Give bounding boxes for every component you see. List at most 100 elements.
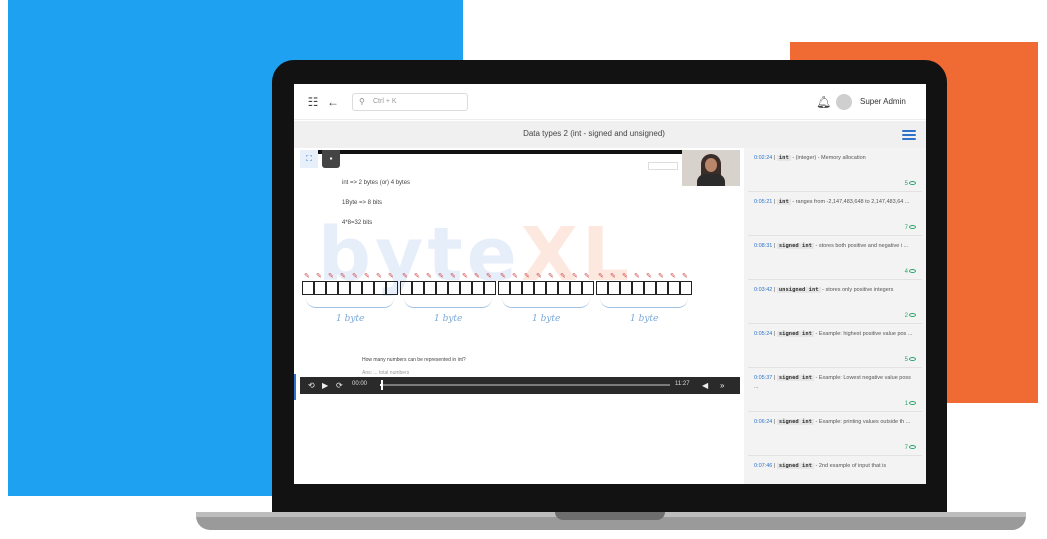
bit-cell [522, 281, 534, 295]
bookmark-item[interactable]: 0:05:21 | int - ranges from -2,147,483,6… [748, 194, 922, 236]
bit-mark: ✎ [584, 273, 590, 280]
search-placeholder: Ctrl + K [373, 98, 397, 105]
byte-label: 1 byte [532, 314, 561, 324]
bookmark-text: 0:05:21 | int - ranges from -2,147,483,6… [754, 199, 910, 205]
eye-icon [909, 181, 916, 186]
user-name[interactable]: Super Admin [860, 97, 906, 106]
eye-icon [909, 225, 916, 230]
chat-icon[interactable]: ▪ [322, 150, 340, 168]
view-count: 7 [905, 225, 916, 231]
bookmark-description: - Example: highest positive value pos ..… [813, 331, 913, 337]
byte-brace [502, 298, 590, 308]
bit-cell [582, 281, 594, 295]
bookmark-description: - ranges from -2,147,483,648 to 2,147,48… [790, 199, 910, 205]
bit-cell [448, 281, 460, 295]
rewind-icon[interactable]: ⟲ [308, 380, 315, 391]
avatar[interactable] [836, 94, 852, 110]
slide-line: int => 2 bytes (or) 4 bytes [342, 180, 411, 186]
bit-cell [644, 281, 656, 295]
video-top-band [300, 150, 740, 154]
bit-cell [668, 281, 680, 295]
bit-mark: ✎ [426, 273, 432, 280]
back-arrow-icon[interactable]: ← [326, 95, 340, 109]
bit-cell [546, 281, 558, 295]
bookmark-item[interactable]: 0:02:24 | int - (integer) - Memory alloc… [748, 150, 922, 192]
bookmark-item[interactable]: 0:05:24 | signed int - Example: highest … [748, 326, 922, 368]
bit-cell [570, 281, 582, 295]
video-player[interactable]: byteXL int => 2 bytes (or) 4 bytes 1Byte… [300, 150, 740, 394]
bookmark-item[interactable]: 0:03:42 | unsigned int - stores only pos… [748, 282, 922, 324]
bit-cell [412, 281, 424, 295]
current-time: 00:00 [352, 381, 368, 387]
slide-checkbox [648, 162, 678, 170]
bit-mark: ✎ [598, 273, 604, 280]
view-count: 2 [905, 313, 916, 319]
search-icon: ⚲ [359, 97, 365, 106]
bookmark-item[interactable]: 0:05:37 | signed int - Example: Lowest n… [748, 370, 922, 412]
bit-mark: ✎ [328, 273, 334, 280]
bookmark-code: signed int [776, 243, 814, 249]
presenter-webcam [682, 150, 740, 186]
bookmark-timestamp: 0:05:37 [754, 375, 773, 381]
bookmark-description: - stores both positive and negative i ..… [813, 243, 909, 249]
byte-label: 1 byte [336, 314, 365, 324]
slide-question: How many numbers can be represented in i… [362, 357, 466, 363]
bit-mark: ✎ [536, 273, 542, 280]
eye-icon [909, 357, 916, 362]
bookmark-text: 0:08:31 | signed int - stores both posit… [754, 243, 909, 249]
search-input[interactable]: ⚲ Ctrl + K [352, 93, 468, 111]
seek-bar[interactable] [380, 380, 670, 390]
bookmark-description: - (integer) - Memory allocation [790, 155, 866, 161]
volume-icon[interactable]: ◀︎ [702, 380, 708, 391]
bit-cell [484, 281, 496, 295]
stage: ☷ ← ⚲ Ctrl + K 🔔︎ Super Admin Data types… [0, 0, 1047, 539]
bit-cell [424, 281, 436, 295]
menu-icon[interactable] [902, 128, 916, 142]
bit-cell [472, 281, 484, 295]
seek-handle[interactable] [381, 380, 383, 390]
eye-icon [909, 445, 916, 450]
bit-mark: ✎ [486, 273, 492, 280]
sidebar-toggle-icon[interactable]: ☷ [306, 95, 320, 109]
view-count: 7 [905, 445, 916, 451]
forward-icon[interactable]: ⟳ [336, 380, 343, 391]
bit-cell [350, 281, 362, 295]
bookmark-text: 0:05:24 | signed int - Example: highest … [754, 331, 913, 337]
bit-cell [620, 281, 632, 295]
bit-mark: ✎ [610, 273, 616, 280]
bookmark-item[interactable]: 0:06:24 | signed int - Example: printing… [748, 414, 922, 456]
bookmark-item[interactable]: 0:07:46 | signed int - 2nd example of in… [748, 458, 922, 484]
fast-forward-icon[interactable]: » [720, 380, 724, 391]
duration: 11:27 [675, 381, 690, 387]
bookmark-item[interactable]: 0:08:31 | signed int - stores both posit… [748, 238, 922, 280]
play-icon[interactable]: ▶ [322, 380, 328, 391]
byte-label: 1 byte [434, 314, 463, 324]
title-bar: Data types 2 (int - signed and unsigned) [294, 121, 926, 148]
bit-cell [326, 281, 338, 295]
eye-icon [909, 401, 916, 406]
bit-mark: ✎ [438, 273, 444, 280]
bookmarks-sidebar: 0:02:24 | int - (integer) - Memory alloc… [744, 148, 926, 484]
scroll-indicator [294, 374, 296, 400]
bookmark-text: 0:07:46 | signed int - 2nd example of in… [754, 463, 887, 469]
bit-cell [510, 281, 522, 295]
app-screen: ☷ ← ⚲ Ctrl + K 🔔︎ Super Admin Data types… [294, 84, 926, 484]
bookmark-code: signed int [776, 463, 814, 469]
bell-icon[interactable]: 🔔︎ [816, 95, 831, 109]
bit-cell [632, 281, 644, 295]
bit-cell [656, 281, 668, 295]
bit-cell [386, 281, 398, 295]
expand-icon[interactable]: ⛶ [300, 150, 318, 168]
top-bar: ☷ ← ⚲ Ctrl + K 🔔︎ Super Admin [294, 84, 926, 120]
bookmark-timestamp: 0:07:46 [754, 463, 773, 469]
bookmark-text: 0:06:24 | signed int - Example: printing… [754, 419, 911, 425]
slide-line: 4*8=32 bits [342, 220, 373, 226]
bit-mark: ✎ [500, 273, 506, 280]
bit-cell [374, 281, 386, 295]
player-controls: ⟲ ▶ ⟳ 00:00 11:27 ◀︎ » [300, 377, 740, 394]
bit-mark: ✎ [304, 273, 310, 280]
bit-mark: ✎ [462, 273, 468, 280]
bit-mark: ✎ [376, 273, 382, 280]
bookmark-timestamp: 0:06:24 [754, 419, 773, 425]
bookmark-code: signed int [776, 331, 814, 337]
